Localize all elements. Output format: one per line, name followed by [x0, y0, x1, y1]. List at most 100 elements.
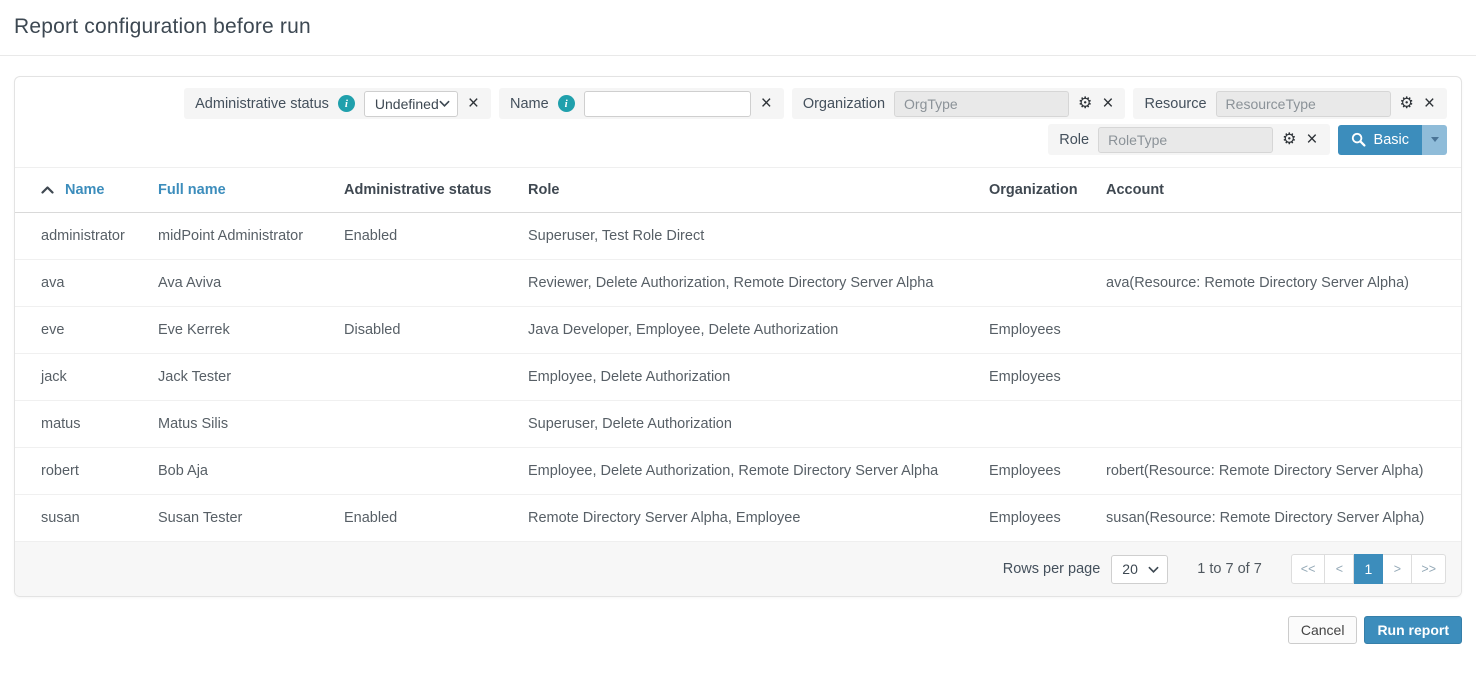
filter-label-resource: Resource	[1144, 96, 1206, 112]
search-icon	[1351, 132, 1366, 147]
table-row[interactable]: jackJack Tester Employee, Delete Authoriz…	[15, 354, 1461, 401]
column-header-name[interactable]: Name	[15, 168, 158, 213]
table-footer: Rows per page 20 1 to 7 of 7 << < 1 > >>	[15, 541, 1461, 596]
filter-resource: Resource ⚙ ×	[1133, 88, 1447, 119]
column-header-organization: Organization	[989, 168, 1106, 213]
remove-filter-administrative-status-button[interactable]: ×	[467, 94, 480, 113]
cell-full-name: Jack Tester	[158, 354, 344, 401]
cell-name: administrator	[15, 213, 158, 260]
remove-filter-organization-button[interactable]: ×	[1101, 94, 1114, 113]
filter-role: Role ⚙ ×	[1048, 124, 1329, 155]
cell-admin-status: Enabled	[344, 495, 528, 542]
cell-full-name: Ava Aviva	[158, 260, 344, 307]
cell-account	[1106, 213, 1461, 260]
page-title: Report configuration before run	[14, 15, 1462, 39]
filter-label-name: Name	[510, 96, 549, 112]
column-header-name-label: Name	[65, 182, 105, 198]
organization-filter-input[interactable]	[894, 91, 1069, 117]
cell-organization: Employees	[989, 354, 1106, 401]
cell-role: Superuser, Delete Authorization	[528, 401, 989, 448]
cell-admin-status	[344, 260, 528, 307]
administrative-status-select[interactable]: Undefined	[364, 91, 458, 117]
rows-per-page-label: Rows per page	[1003, 561, 1101, 577]
pagination-count-text: 1 to 7 of 7	[1197, 561, 1262, 577]
search-filter-bar: Administrative status i Undefined × Name…	[15, 77, 1461, 167]
table-row[interactable]: matusMatus Silis Superuser, Delete Author…	[15, 401, 1461, 448]
cell-role: Remote Directory Server Alpha, Employee	[528, 495, 989, 542]
cell-admin-status	[344, 354, 528, 401]
cell-account	[1106, 354, 1461, 401]
users-table: Name Full name Administrative status Rol…	[15, 167, 1461, 541]
info-icon: i	[558, 95, 575, 112]
column-header-full-name-label: Full name	[158, 182, 226, 198]
cell-role: Reviewer, Delete Authorization, Remote D…	[528, 260, 989, 307]
column-header-administrative-status: Administrative status	[344, 168, 528, 213]
filter-row-1: Administrative status i Undefined × Name…	[29, 88, 1447, 119]
info-icon: i	[338, 95, 355, 112]
filter-label-administrative-status: Administrative status	[195, 96, 329, 112]
cell-name: jack	[15, 354, 158, 401]
caret-down-icon	[1431, 137, 1439, 142]
cell-admin-status	[344, 448, 528, 495]
cell-full-name: midPoint Administrator	[158, 213, 344, 260]
cell-admin-status: Enabled	[344, 213, 528, 260]
chevron-down-icon	[1148, 566, 1159, 573]
cancel-button[interactable]: Cancel	[1288, 616, 1358, 644]
table-row[interactable]: susanSusan TesterEnabledRemote Directory…	[15, 495, 1461, 542]
column-header-full-name[interactable]: Full name	[158, 168, 344, 213]
pagination-last-button[interactable]: >>	[1412, 554, 1446, 584]
table-row[interactable]: avaAva AvivaReviewer, Delete Authorizati…	[15, 260, 1461, 307]
cell-name: robert	[15, 448, 158, 495]
remove-filter-resource-button[interactable]: ×	[1423, 94, 1436, 113]
cell-name: susan	[15, 495, 158, 542]
cell-organization	[989, 260, 1106, 307]
remove-filter-role-button[interactable]: ×	[1305, 130, 1318, 149]
cell-account: susan(Resource: Remote Directory Server …	[1106, 495, 1461, 542]
pagination-next-button[interactable]: >	[1383, 554, 1412, 584]
cell-full-name: Matus Silis	[158, 401, 344, 448]
resource-filter-input[interactable]	[1216, 91, 1391, 117]
table-header: Name Full name Administrative status Rol…	[15, 168, 1461, 213]
dialog-actions: Cancel Run report	[0, 597, 1476, 644]
cell-account: ava(Resource: Remote Directory Server Al…	[1106, 260, 1461, 307]
gear-icon[interactable]: ⚙	[1078, 96, 1092, 112]
table-row[interactable]: administratormidPoint AdministratorEnabl…	[15, 213, 1461, 260]
cell-account	[1106, 307, 1461, 354]
gear-icon[interactable]: ⚙	[1400, 96, 1414, 112]
pagination-prev-button[interactable]: <	[1325, 554, 1354, 584]
filter-administrative-status: Administrative status i Undefined ×	[184, 88, 491, 119]
gear-icon[interactable]: ⚙	[1282, 132, 1296, 148]
role-filter-input[interactable]	[1098, 127, 1273, 153]
cell-full-name: Bob Aja	[158, 448, 344, 495]
search-mode-dropdown-button[interactable]	[1422, 125, 1447, 155]
table-row[interactable]: eveEve KerrekDisabledJava Developer, Emp…	[15, 307, 1461, 354]
cell-organization	[989, 401, 1106, 448]
run-report-button[interactable]: Run report	[1364, 616, 1462, 644]
search-split-button: Basic	[1338, 125, 1447, 155]
cell-organization: Employees	[989, 495, 1106, 542]
column-header-account: Account	[1106, 168, 1461, 213]
rows-per-page-select[interactable]: 20	[1111, 555, 1168, 584]
basic-search-button[interactable]: Basic	[1338, 125, 1422, 155]
cell-account	[1106, 401, 1461, 448]
rows-per-page: Rows per page 20	[1003, 555, 1169, 584]
administrative-status-select-value: Undefined	[375, 96, 439, 112]
cell-role: Employee, Delete Authorization	[528, 354, 989, 401]
cell-organization	[989, 213, 1106, 260]
pagination: << < 1 > >>	[1291, 554, 1446, 584]
cell-admin-status	[344, 401, 528, 448]
cell-organization: Employees	[989, 307, 1106, 354]
cell-role: Java Developer, Employee, Delete Authori…	[528, 307, 989, 354]
cell-account: robert(Resource: Remote Directory Server…	[1106, 448, 1461, 495]
pagination-page-1-button[interactable]: 1	[1354, 554, 1383, 584]
cell-name: eve	[15, 307, 158, 354]
remove-filter-name-button[interactable]: ×	[760, 94, 773, 113]
filter-name: Name i ×	[499, 88, 784, 119]
cell-full-name: Eve Kerrek	[158, 307, 344, 354]
pagination-first-button[interactable]: <<	[1291, 554, 1326, 584]
table-row[interactable]: robertBob AjaEmployee, Delete Authorizat…	[15, 448, 1461, 495]
sort-ascending-icon	[41, 186, 54, 194]
filter-label-organization: Organization	[803, 96, 885, 112]
cell-name: matus	[15, 401, 158, 448]
name-filter-input[interactable]	[584, 91, 751, 117]
